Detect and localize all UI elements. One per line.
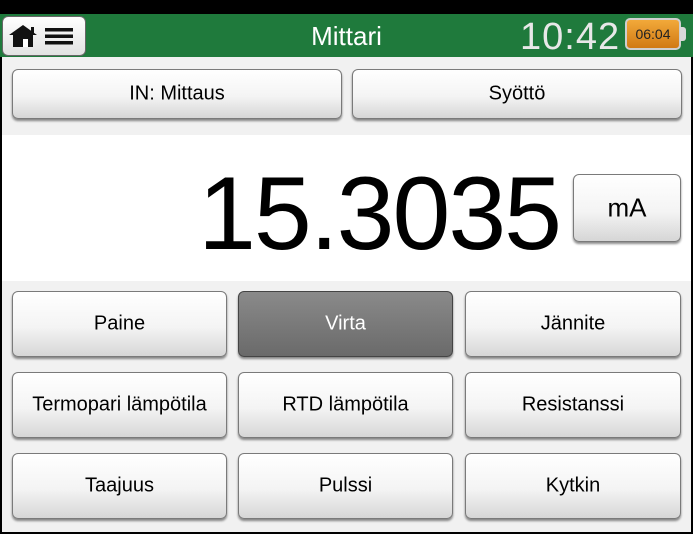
source-button[interactable]: Syöttö bbox=[352, 69, 682, 119]
quantity-button-pressure[interactable]: Paine bbox=[12, 291, 227, 357]
quantity-button-rtd[interactable]: RTD lämpötila bbox=[238, 372, 453, 438]
quantity-label: Termopari lämpötila bbox=[32, 393, 207, 416]
quantity-button-pulse[interactable]: Pulssi bbox=[238, 453, 453, 519]
unit-button[interactable]: mA bbox=[573, 174, 681, 242]
source-label: Syöttö bbox=[488, 82, 546, 105]
input-mode-label: IN: Mittaus bbox=[129, 82, 225, 105]
battery-time: 06:04 bbox=[635, 26, 671, 42]
quantity-button-current[interactable]: Virta bbox=[238, 291, 453, 357]
input-mode-button[interactable]: IN: Mittaus bbox=[12, 69, 342, 119]
quantity-label: RTD lämpötila bbox=[282, 393, 409, 416]
quantity-label: Paine bbox=[93, 312, 146, 335]
main-content: IN: Mittaus Syöttö 15.3035 mA Paine Virt… bbox=[2, 57, 691, 532]
quantity-button-voltage[interactable]: Jännite bbox=[465, 291, 681, 357]
battery-indicator: 06:04 bbox=[625, 18, 681, 50]
battery-icon bbox=[680, 27, 686, 41]
quantity-label: Kytkin bbox=[545, 474, 601, 497]
quantity-button-switch[interactable]: Kytkin bbox=[465, 453, 681, 519]
measurement-value: 15.3035 bbox=[198, 156, 562, 272]
quantity-button-thermocouple[interactable]: Termopari lämpötila bbox=[12, 372, 227, 438]
quantity-label: Taajuus bbox=[85, 474, 154, 497]
clock: 10:42 bbox=[520, 16, 621, 58]
quantity-button-frequency[interactable]: Taajuus bbox=[12, 453, 227, 519]
unit-label: mA bbox=[607, 192, 647, 223]
quantity-label: Virta bbox=[325, 312, 366, 335]
device-screen: Mittari 10:42 06:04 IN: Mittaus Syöttö 1… bbox=[0, 0, 693, 534]
header-bar: Mittari 10:42 06:04 bbox=[0, 14, 693, 58]
quantity-label: Jännite bbox=[540, 312, 606, 335]
quantity-label: Pulssi bbox=[318, 474, 373, 497]
reading-area: 15.3035 mA bbox=[2, 135, 691, 281]
quantity-button-resistance[interactable]: Resistanssi bbox=[465, 372, 681, 438]
quantity-label: Resistanssi bbox=[521, 393, 625, 416]
